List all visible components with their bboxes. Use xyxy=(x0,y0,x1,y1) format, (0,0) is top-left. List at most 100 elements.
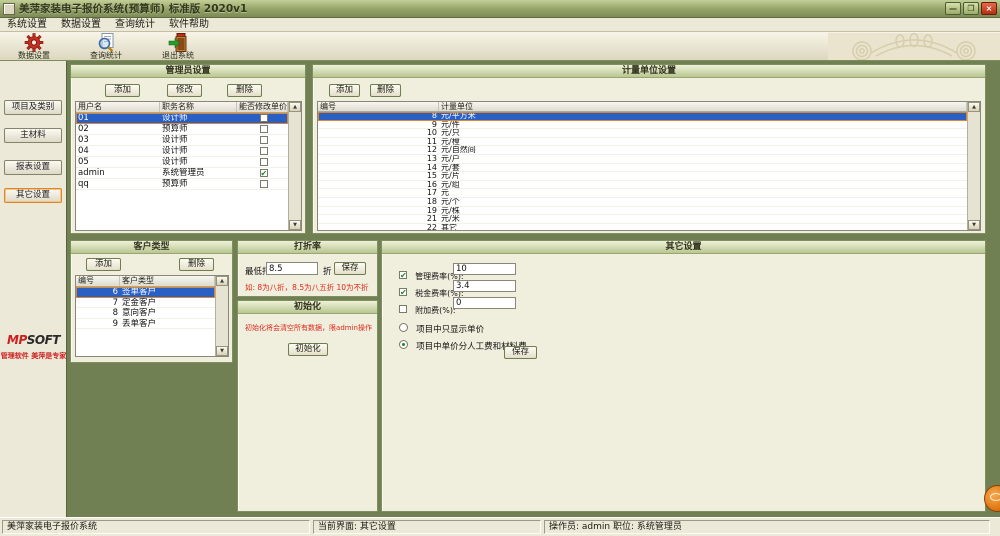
can-edit-checkbox[interactable] xyxy=(260,125,268,133)
unit-delete-button[interactable]: 删除 xyxy=(370,84,401,97)
can-edit-checkbox[interactable] xyxy=(260,114,268,122)
toolbar: 数据设置 查询统计 xyxy=(0,32,1000,61)
scroll-down-icon[interactable]: ▼ xyxy=(289,220,301,230)
column-capital-decoration xyxy=(828,33,1000,60)
sidebar-item-materials[interactable]: 主材料 xyxy=(4,128,62,143)
admin-table-scrollbar[interactable]: ▲ ▼ xyxy=(288,102,301,230)
admin-row[interactable]: admin 系统管理员 ✔ xyxy=(76,168,288,179)
gear-icon xyxy=(23,33,45,52)
admin-col-role: 职务名称 xyxy=(160,102,237,112)
status-operator: 操作员: admin 职位: 系统管理员 xyxy=(544,520,990,534)
init-panel-title: 初始化 xyxy=(238,301,377,314)
admin-row[interactable]: 05 设计师 xyxy=(76,157,288,168)
discount-suffix: 折 xyxy=(323,265,332,277)
surcharge-checkbox[interactable] xyxy=(399,305,407,313)
tax-fee-input[interactable] xyxy=(453,280,516,292)
unit-row[interactable]: 19元/株 xyxy=(318,207,967,216)
status-bar: 美萍家装电子报价系统 当前界面: 其它设置 操作员: admin 职位: 系统管… xyxy=(0,517,1000,536)
main-area: 项目及类别 主材料 报表设置 其它设置 MPSOFT 管理软件 美萍是专家 管理… xyxy=(0,61,1000,517)
scroll-up-icon[interactable]: ▲ xyxy=(216,276,228,286)
customer-add-button[interactable]: 添加 xyxy=(86,258,121,271)
unit-table-scrollbar[interactable]: ▲ ▼ xyxy=(967,102,980,230)
unit-row[interactable]: 12元/自然间 xyxy=(318,146,967,155)
customer-row[interactable]: 8意向客户 xyxy=(76,308,215,319)
scroll-down-icon[interactable]: ▼ xyxy=(968,220,980,230)
sidebar-item-reports[interactable]: 报表设置 xyxy=(4,160,62,175)
scroll-up-icon[interactable]: ▲ xyxy=(289,102,301,112)
init-warning: 初始化将会清空所有数据，限admin操作 xyxy=(238,323,379,333)
can-edit-checkbox[interactable] xyxy=(260,158,268,166)
radio-icon[interactable] xyxy=(399,340,408,349)
unit-row[interactable]: 18元/个 xyxy=(318,198,967,207)
can-edit-checkbox[interactable] xyxy=(260,147,268,155)
can-edit-checkbox[interactable] xyxy=(260,180,268,188)
tool-exit-system[interactable]: 退出系统 xyxy=(150,33,206,60)
unit-row[interactable]: 16元/组 xyxy=(318,181,967,190)
tool-data-settings-label: 数据设置 xyxy=(18,52,50,60)
sidebar-item-projects[interactable]: 项目及类别 xyxy=(4,100,62,115)
unit-row[interactable]: 15元/片 xyxy=(318,172,967,181)
unit-row[interactable]: 21元/米 xyxy=(318,215,967,224)
discount-save-button[interactable]: 保存 xyxy=(334,262,366,275)
unit-row[interactable]: 11元/樘 xyxy=(318,138,967,147)
customer-table-scrollbar[interactable]: ▲ ▼ xyxy=(215,276,228,356)
scroll-up-icon[interactable]: ▲ xyxy=(968,102,980,112)
unit-row[interactable]: 8元/平方米 xyxy=(318,112,967,121)
unit-row[interactable]: 22其它 xyxy=(318,224,967,230)
close-button[interactable]: × xyxy=(981,2,997,15)
scroll-down-icon[interactable]: ▼ xyxy=(216,346,228,356)
admin-add-button[interactable]: 添加 xyxy=(105,84,140,97)
unit-row[interactable]: 14元/套 xyxy=(318,164,967,173)
discount-rate-panel: 打折率 最低打 折 保存 如: 8为八折，8.5为八五折 10为不折 xyxy=(237,240,378,297)
other-save-button[interactable]: 保存 xyxy=(504,346,537,359)
menu-system-settings[interactable]: 系统设置 xyxy=(0,18,54,32)
tax-fee-checkbox[interactable]: ✔ xyxy=(399,288,407,296)
unit-row[interactable]: 10元/只 xyxy=(318,129,967,138)
app-icon xyxy=(3,3,15,15)
maximize-button[interactable]: ❐ xyxy=(963,2,979,15)
admin-edit-button[interactable]: 修改 xyxy=(167,84,202,97)
window-title: 美萍家装电子报价系统(预算师) 标准版 2020v1 xyxy=(19,1,247,16)
discount-input[interactable] xyxy=(266,262,318,275)
exit-door-icon xyxy=(167,33,189,52)
floating-service-button[interactable] xyxy=(984,485,1000,512)
tool-query-stats[interactable]: 查询统计 xyxy=(78,33,134,60)
admin-row[interactable]: 03 设计师 xyxy=(76,135,288,146)
management-fee-checkbox[interactable]: ✔ xyxy=(399,271,407,279)
minimize-button[interactable]: — xyxy=(945,2,961,15)
customer-delete-button[interactable]: 删除 xyxy=(179,258,214,271)
menu-query-stats[interactable]: 查询统计 xyxy=(108,18,162,32)
customer-row[interactable]: 9丢单客户 xyxy=(76,319,215,330)
customer-row[interactable]: 6签单客户 xyxy=(76,287,215,298)
sidebar-item-other-settings[interactable]: 其它设置 xyxy=(4,188,62,203)
unit-row[interactable]: 9元/件 xyxy=(318,121,967,130)
init-panel: 初始化 初始化将会清空所有数据，限admin操作 初始化 xyxy=(237,300,378,512)
admin-row[interactable]: 01 设计师 xyxy=(76,113,288,124)
can-edit-checkbox[interactable] xyxy=(260,136,268,144)
admin-col-can-edit: 能否修改单价 xyxy=(237,102,288,112)
title-bar: 美萍家装电子报价系统(预算师) 标准版 2020v1 — ❐ × xyxy=(0,0,1000,18)
surcharge-input[interactable] xyxy=(453,297,516,309)
customer-row[interactable]: 7定金客户 xyxy=(76,298,215,309)
tool-exit-system-label: 退出系统 xyxy=(162,52,194,60)
unit-add-button[interactable]: 添加 xyxy=(329,84,360,97)
unit-row[interactable]: 17元 xyxy=(318,189,967,198)
init-button[interactable]: 初始化 xyxy=(288,343,328,356)
management-fee-input[interactable] xyxy=(453,263,516,275)
unit-row[interactable]: 13元/户 xyxy=(318,155,967,164)
unit-col-unit: 计量单位 xyxy=(439,102,967,111)
radio-icon[interactable] xyxy=(399,323,408,332)
customer-type-panel: 客户类型 添加 删除 编号 客户类型 6签单客户 7定金客户 8意向客户 9丢单… xyxy=(70,240,233,363)
menu-data-settings[interactable]: 数据设置 xyxy=(54,18,108,32)
admin-row[interactable]: 02 预算师 xyxy=(76,124,288,135)
discount-note: 如: 8为八折，8.5为八五折 10为不折 xyxy=(245,282,369,293)
admin-row[interactable]: 04 设计师 xyxy=(76,146,288,157)
menu-software-help[interactable]: 软件帮助 xyxy=(162,18,216,32)
tool-data-settings[interactable]: 数据设置 xyxy=(6,33,62,60)
admin-table: 用户名 职务名称 能否修改单价 01 设计师 02 预算师 xyxy=(75,101,302,231)
tool-query-stats-label: 查询统计 xyxy=(90,52,122,60)
admin-row[interactable]: qq 预算师 xyxy=(76,179,288,190)
can-edit-checkbox[interactable]: ✔ xyxy=(260,169,268,177)
admin-delete-button[interactable]: 删除 xyxy=(227,84,262,97)
admin-settings-panel: 管理员设置 添加 修改 删除 用户名 职务名称 能否修改单价 01 设计师 xyxy=(70,64,306,234)
